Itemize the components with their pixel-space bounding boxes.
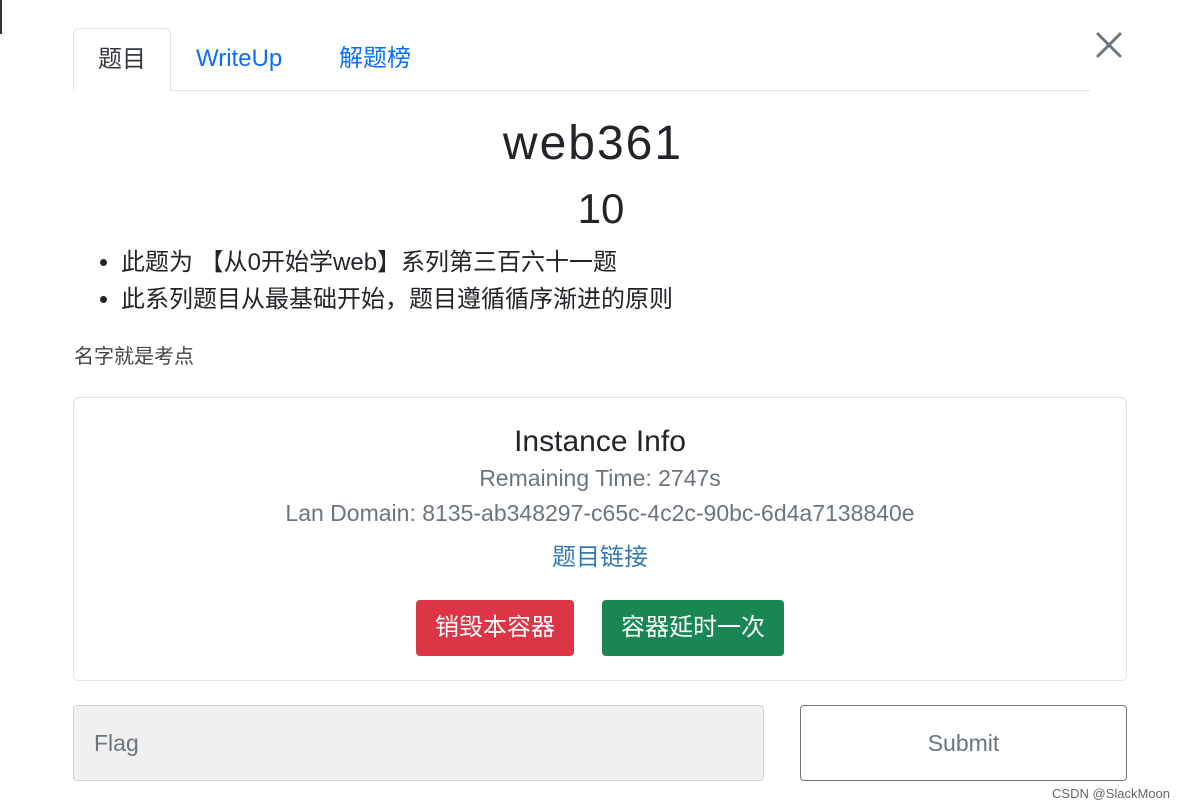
flag-input[interactable]: [73, 705, 764, 781]
close-button[interactable]: [1090, 28, 1126, 64]
tab-challenge[interactable]: 题目: [73, 28, 171, 91]
challenge-description: 此题为 【从0开始学web】系列第三百六十一题 此系列题目从最基础开始，题目遵循…: [73, 244, 673, 318]
challenge-title: web361: [502, 117, 684, 170]
submit-button[interactable]: Submit: [800, 705, 1127, 781]
lan-domain: Lan Domain: 8135-ab348297-c65c-4c2c-90bc…: [285, 500, 915, 526]
challenge-tabs: 题目 WriteUp 解题榜: [73, 28, 1090, 91]
tab-writeup[interactable]: WriteUp: [172, 28, 306, 89]
challenge-link[interactable]: 题目链接: [74, 542, 1126, 574]
close-icon: [1096, 32, 1122, 58]
watermark: CSDN @SlackMoon: [1052, 786, 1170, 801]
challenge-points: 10: [577, 185, 625, 232]
instance-info-title: Instance Info: [514, 425, 686, 458]
instance-info-card: Instance Info Remaining Time: 2747s Lan …: [73, 397, 1127, 681]
description-item: 此题为 【从0开始学web】系列第三百六十一题: [121, 244, 673, 281]
extend-container-button[interactable]: 容器延时一次: [602, 600, 784, 656]
challenge-hint: 名字就是考点: [74, 344, 194, 368]
description-item: 此系列题目从最基础开始，题目遵循循序渐进的原则: [121, 281, 673, 318]
tab-solves[interactable]: 解题榜: [315, 28, 435, 89]
destroy-container-button[interactable]: 销毁本容器: [416, 600, 574, 656]
remaining-time: Remaining Time: 2747s: [479, 465, 721, 491]
window-edge: [0, 0, 2, 34]
